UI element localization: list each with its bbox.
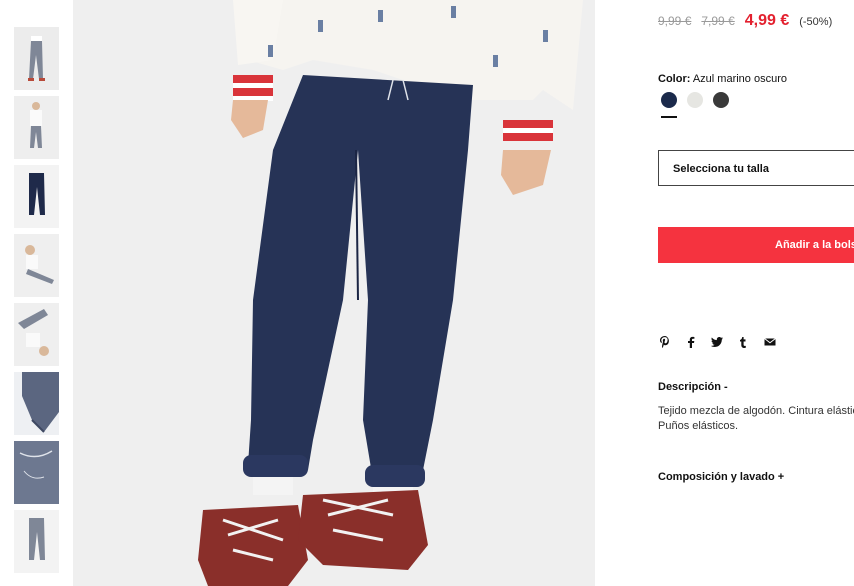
- thumbnail-1[interactable]: [14, 27, 59, 90]
- thumbnail-6[interactable]: [14, 372, 59, 435]
- current-price: 4,99 €: [744, 12, 790, 29]
- main-product-image[interactable]: [73, 0, 595, 586]
- thumbnail-4[interactable]: [14, 234, 59, 297]
- description-text: Tejido mezcla de algodón. Cintura elásti…: [658, 405, 854, 432]
- left-cuff: [233, 75, 273, 101]
- discount-badge: (-50%): [799, 16, 833, 28]
- thumbnail-7[interactable]: [14, 441, 59, 504]
- pinterest-icon[interactable]: [658, 335, 672, 349]
- product-photo: [73, 0, 595, 586]
- thumbnail-2[interactable]: [14, 96, 59, 159]
- tumblr-icon[interactable]: [736, 335, 750, 349]
- composition-toggle[interactable]: Composición y lavado +: [658, 471, 784, 483]
- original-price: 9,99 €: [658, 14, 692, 28]
- share-icons: [658, 335, 788, 351]
- description-toggle[interactable]: Descripción -: [658, 381, 728, 393]
- size-select[interactable]: Selecciona tu talla: [658, 150, 854, 186]
- right-cuff: [503, 120, 553, 141]
- color-swatches: [661, 92, 741, 118]
- swatch-dark-grey[interactable]: [713, 92, 729, 108]
- thumbnail-5[interactable]: [14, 303, 59, 366]
- mail-icon[interactable]: [763, 335, 777, 349]
- product-info-panel: 9,99 € 7,99 € 4,99 € (-50%) Color: Azul …: [658, 0, 854, 586]
- thumbnail-3[interactable]: [14, 165, 59, 228]
- previous-price: 7,99 €: [701, 14, 735, 28]
- color-value: Azul marino oscuro: [692, 73, 787, 85]
- swatch-navy[interactable]: [661, 92, 677, 108]
- facebook-icon[interactable]: [684, 335, 698, 349]
- thumbnail-8[interactable]: [14, 510, 59, 573]
- color-info: Color: Azul marino oscuro: [658, 73, 787, 85]
- twitter-icon[interactable]: [710, 335, 724, 349]
- product-page: 9,99 € 7,99 € 4,99 € (-50%) Color: Azul …: [0, 0, 854, 586]
- selected-swatch-indicator: [661, 116, 677, 118]
- price-block: 9,99 € 7,99 € 4,99 € (-50%): [658, 12, 832, 30]
- swatch-light-grey[interactable]: [687, 92, 703, 108]
- add-to-bag-button[interactable]: Añadir a la bolsa: [658, 227, 854, 263]
- color-label: Color:: [658, 73, 691, 85]
